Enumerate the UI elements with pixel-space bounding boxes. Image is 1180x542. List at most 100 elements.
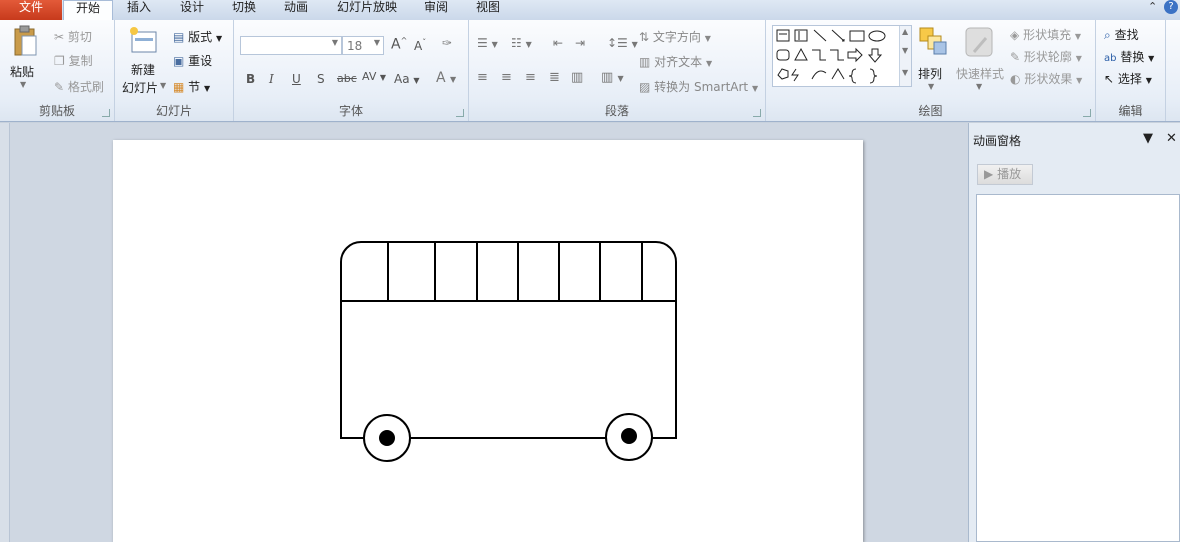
align-center-icon[interactable]: ≡ [501, 70, 512, 85]
group-label-slides: 幻灯片 [155, 104, 192, 118]
find-button[interactable]: ⌕ 查找 [1104, 26, 1139, 43]
bold-button[interactable]: B [246, 72, 255, 86]
text-direction-button[interactable]: ⇅ 文字方向 ▼ [639, 28, 711, 45]
gallery-more-icon: ▼ [902, 68, 909, 77]
shrink-font-button[interactable]: Aˇ [414, 38, 426, 53]
reset-button[interactable]: ▣ 重设 [173, 52, 212, 69]
close-icon[interactable]: ✕ [1166, 131, 1177, 146]
drawing-launcher-icon[interactable] [1083, 109, 1091, 117]
bullets-icon: ☰ [477, 36, 488, 50]
reset-icon: ▣ [173, 54, 185, 68]
tab-animations[interactable]: 动画 [278, 0, 314, 20]
pane-options-icon[interactable]: ▼ [1143, 131, 1153, 146]
tab-design[interactable]: 设计 [174, 0, 210, 20]
slide-canvas[interactable] [113, 140, 863, 542]
tab-view[interactable]: 视图 [470, 0, 506, 20]
copy-button[interactable]: ❐ 复制 [54, 52, 93, 69]
grow-font-button[interactable]: A^ [391, 36, 407, 53]
increase-indent-icon[interactable]: ⇥ [575, 36, 585, 50]
char-spacing-label: AV [362, 70, 377, 83]
paste-icon [14, 25, 37, 56]
shape-fill-button[interactable]: ◈ 形状填充 ▼ [1010, 26, 1081, 43]
columns-button[interactable]: ▥ ▼ [601, 70, 624, 85]
numbering-button[interactable]: ☷ ▼ [511, 36, 532, 50]
distributed-icon[interactable]: ▥ [571, 70, 583, 85]
shape-outline-button[interactable]: ✎ 形状轮廓 ▼ [1010, 48, 1082, 65]
paste-dropdown-icon[interactable]: ▼ [20, 80, 26, 89]
group-font: ▼ 18 ▼ A^ Aˇ ✑ B I U S abc AV ▼ Aa ▼ A ▼… [234, 20, 469, 121]
tab-home-label: 开始 [75, 1, 100, 15]
replace-label: 替换 [1120, 50, 1145, 64]
layout-icon: ▤ [173, 30, 185, 44]
shapes-gallery-scroll[interactable]: ▲ ▼ ▼ [899, 26, 911, 86]
minimize-ribbon-icon[interactable]: ⌃ [1148, 0, 1157, 13]
animation-pane-title: 动画窗格 [973, 134, 1022, 148]
change-case-label: Aa [394, 72, 410, 86]
copy-label: 复制 [68, 54, 93, 68]
underline-button[interactable]: U [292, 72, 301, 86]
arrange-button[interactable]: 排列 ▼ [914, 24, 950, 94]
replace-button[interactable]: ab 替换 ▼ [1104, 48, 1154, 65]
slides-thumbnail-strip[interactable] [0, 123, 10, 542]
format-painter-icon: ✎ [54, 80, 65, 94]
change-case-button[interactable]: Aa ▼ [394, 72, 420, 86]
layout-button[interactable]: ▤ 版式 ▼ [173, 28, 222, 45]
bus-front-wheel [363, 414, 411, 462]
select-button[interactable]: ↖ 选择 ▼ [1104, 70, 1152, 87]
convert-smartart-label: 转换为 SmartArt [654, 80, 749, 94]
align-left-icon[interactable]: ≡ [477, 70, 488, 85]
strikethrough-button[interactable]: abc [337, 72, 357, 85]
help-icon[interactable]: ? [1164, 0, 1178, 14]
align-right-icon[interactable]: ≡ [525, 70, 536, 85]
font-color-button[interactable]: A ▼ [436, 70, 456, 86]
play-button[interactable]: ▶ 播放 [977, 164, 1033, 185]
font-name-dropdown-icon: ▼ [331, 38, 338, 47]
bus-drawing[interactable] [113, 140, 863, 542]
tab-insert[interactable]: 插入 [121, 0, 157, 20]
arrange-label: 排列 [918, 67, 943, 81]
font-size-value: 18 [347, 39, 363, 53]
clipboard-launcher-icon[interactable] [102, 109, 110, 117]
cut-button[interactable]: ✂ 剪切 [54, 28, 92, 45]
arrange-dropdown-icon: ▼ [928, 82, 935, 91]
paragraph-launcher-icon[interactable] [753, 109, 761, 117]
align-text-button[interactable]: ▥ 对齐文本 ▼ [639, 53, 712, 70]
paste-button[interactable]: 粘贴 ▼ [6, 24, 42, 96]
section-dropdown-icon: ▼ [204, 84, 211, 93]
group-label-editing: 编辑 [1118, 104, 1143, 118]
decrease-indent-icon[interactable]: ⇤ [553, 36, 563, 50]
tab-transitions[interactable]: 切换 [226, 0, 262, 20]
shape-fill-icon: ◈ [1010, 28, 1020, 42]
new-slide-dropdown-icon[interactable]: ▼ [160, 81, 166, 90]
quick-styles-button[interactable]: 快速样式 ▼ [954, 24, 1006, 94]
group-slides: 新建 幻灯片 ▼ ▤ 版式 ▼ ▣ 重设 ▦ 节 ▼ 幻灯片 [115, 20, 234, 121]
section-button[interactable]: ▦ 节 ▼ [173, 78, 210, 95]
format-painter-button[interactable]: ✎ 格式刷 [54, 78, 104, 95]
shape-effects-icon: ◐ [1010, 72, 1021, 86]
section-icon: ▦ [173, 80, 185, 94]
format-painter-label: 格式刷 [67, 80, 104, 94]
font-size-combo[interactable]: 18 ▼ [342, 36, 384, 55]
justify-icon[interactable]: ≣ [549, 70, 560, 85]
font-launcher-icon[interactable] [456, 109, 464, 117]
font-name-combo[interactable]: ▼ [240, 36, 342, 55]
clear-formatting-icon[interactable]: ✑ [442, 36, 452, 50]
shapes-gallery[interactable]: ▲ ▼ ▼ [772, 25, 912, 87]
shape-effects-button[interactable]: ◐ 形状效果 ▼ [1010, 70, 1082, 87]
shadow-button[interactable]: S [317, 72, 325, 86]
select-icon: ↖ [1104, 72, 1115, 86]
tab-slideshow[interactable]: 幻灯片放映 [332, 0, 402, 20]
animation-list[interactable] [976, 194, 1180, 542]
convert-smartart-button[interactable]: ▨ 转换为 SmartArt ▼ [639, 78, 758, 95]
tab-review[interactable]: 审阅 [418, 0, 454, 20]
italic-button[interactable]: I [269, 72, 274, 86]
tab-file[interactable]: 文件 [0, 0, 62, 20]
group-label-clipboard: 剪贴板 [38, 104, 75, 118]
bullets-button[interactable]: ☰ ▼ [477, 36, 498, 50]
new-slide-button[interactable]: 新建 幻灯片 ▼ [121, 24, 169, 96]
line-spacing-button[interactable]: ↕☰ ▼ [607, 36, 638, 50]
new-slide-icon [130, 27, 157, 53]
char-spacing-button[interactable]: AV ▼ [362, 70, 386, 83]
gallery-up-icon: ▲ [902, 27, 909, 36]
tab-home[interactable]: 开始 [63, 0, 113, 21]
